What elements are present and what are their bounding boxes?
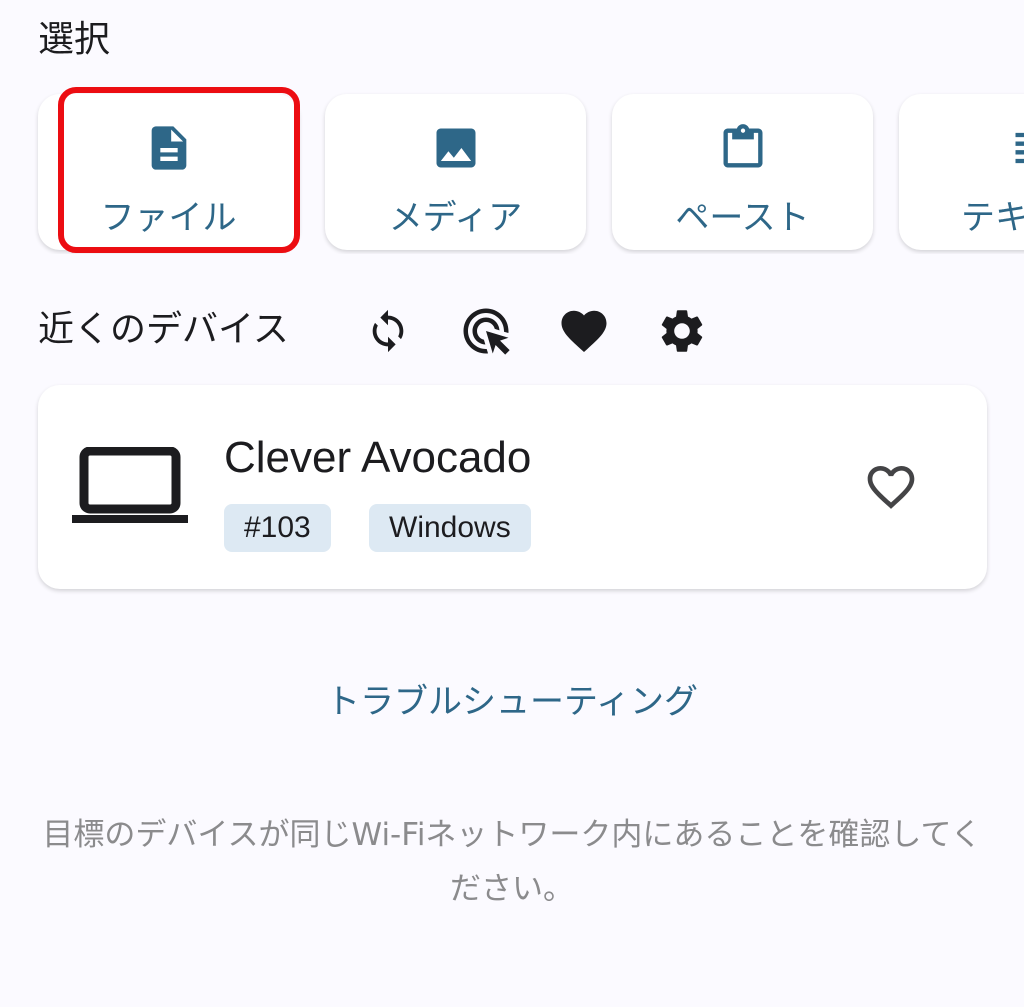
wifi-hint-text: 目標のデバイスが同じWi-Fiネットワーク内にあることを確認してください。 bbox=[42, 817, 982, 907]
text-icon bbox=[1015, 132, 1024, 164]
nearby-devices-title: 近くのデバイス bbox=[38, 309, 289, 350]
file-card[interactable]: ファイル bbox=[38, 94, 299, 250]
select-section-title: 選択 bbox=[38, 19, 111, 60]
text-card[interactable]: テキ bbox=[899, 94, 1024, 250]
gear-icon bbox=[661, 310, 703, 352]
refresh-icon bbox=[372, 309, 404, 353]
image-icon bbox=[436, 128, 475, 168]
device-id-chip: #103 bbox=[224, 504, 331, 552]
paste-card-label: ペースト bbox=[675, 198, 810, 238]
refresh-button[interactable] bbox=[360, 303, 416, 359]
favorites-button[interactable] bbox=[556, 303, 612, 359]
file-icon bbox=[151, 126, 186, 170]
text-card-label: テキ bbox=[961, 198, 1024, 238]
heart-outline-icon bbox=[867, 466, 915, 509]
media-card-label: メディア bbox=[388, 198, 523, 238]
device-name: Clever Avocado bbox=[224, 433, 532, 482]
target-cursor-icon bbox=[463, 308, 510, 355]
troubleshooting-link[interactable]: トラブルシューティング bbox=[0, 674, 1024, 723]
heart-icon bbox=[561, 310, 607, 353]
paste-card[interactable]: ペースト bbox=[612, 94, 873, 250]
manual-send-button[interactable] bbox=[458, 303, 514, 359]
laptop-icon bbox=[72, 447, 188, 523]
share-type-cards: ファイル メディア ペースト テキ bbox=[0, 92, 1024, 254]
favorite-device-button[interactable] bbox=[858, 457, 924, 517]
device-card[interactable]: Clever Avocado #103 Windows bbox=[38, 385, 987, 589]
device-os-chip: Windows bbox=[369, 504, 531, 552]
settings-button[interactable] bbox=[654, 303, 710, 359]
file-card-label: ファイル bbox=[100, 198, 237, 238]
clipboard-icon bbox=[723, 124, 762, 168]
media-card[interactable]: メディア bbox=[325, 94, 586, 250]
